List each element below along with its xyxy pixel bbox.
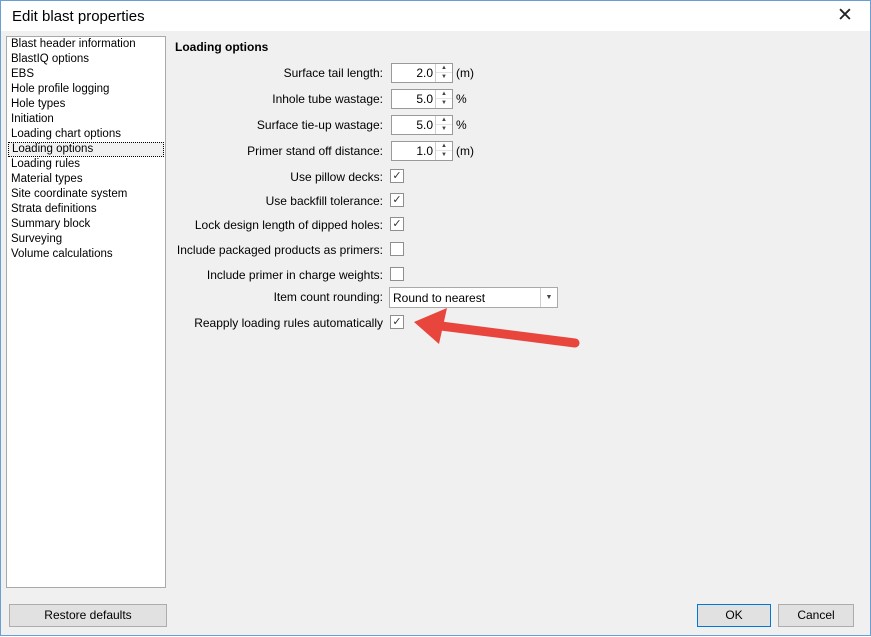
item-count-rounding-label: Item count rounding: [273,290,383,304]
nav-item-strata-definitions[interactable]: Strata definitions [7,202,165,217]
inhole-tube-wastage-unit: % [456,92,467,106]
nav-item-loading-chart-options[interactable]: Loading chart options [7,127,165,142]
close-icon[interactable]: ✕ [830,5,860,27]
surface-tieup-wastage-spinner[interactable]: 5.0 ▲ ▼ [391,115,453,135]
spinner-buttons: ▲ ▼ [435,64,452,82]
spin-up-icon[interactable]: ▲ [436,64,452,73]
spinner-buttons: ▲ ▼ [435,116,452,134]
title-bar: Edit blast properties ✕ [1,1,870,31]
include-primer-weights-label: Include primer in charge weights: [206,268,383,282]
nav-item-loading-rules[interactable]: Loading rules [7,157,165,172]
lock-design-length-label: Lock design length of dipped holes: [194,218,383,232]
window-title: Edit blast properties [12,8,145,25]
reapply-rules-checkbox[interactable]: ✓ [390,315,404,329]
primer-standoff-spinner[interactable]: 1.0 ▲ ▼ [391,141,453,161]
include-packaged-primers-label: Include packaged products as primers: [176,243,383,257]
inhole-tube-wastage-label: Inhole tube wastage: [272,92,383,106]
dialog-window: Edit blast properties ✕ Blast header inf… [0,0,871,636]
nav-item-volume-calculations[interactable]: Volume calculations [7,247,165,262]
spin-down-icon[interactable]: ▼ [436,99,452,108]
surface-tail-length-label: Surface tail length: [283,66,383,80]
include-primer-weights-checkbox[interactable] [390,267,404,281]
primer-standoff-unit: (m) [456,144,474,158]
nav-item-loading-options[interactable]: Loading options [8,142,164,157]
nav-item-blast-header-information[interactable]: Blast header information [7,37,165,52]
spin-up-icon[interactable]: ▲ [436,142,452,151]
inhole-tube-wastage-spinner[interactable]: 5.0 ▲ ▼ [391,89,453,109]
cancel-button[interactable]: Cancel [778,604,854,627]
use-backfill-tolerance-label: Use backfill tolerance: [265,194,383,208]
spin-up-icon[interactable]: ▲ [436,116,452,125]
surface-tieup-wastage-label: Surface tie-up wastage: [256,118,383,132]
include-packaged-primers-checkbox[interactable] [390,242,404,256]
use-pillow-decks-checkbox[interactable]: ✓ [390,169,404,183]
nav-item-initiation[interactable]: Initiation [7,112,165,127]
spinner-buttons: ▲ ▼ [435,90,452,108]
surface-tieup-wastage-unit: % [456,118,467,132]
nav-item-site-coordinate-system[interactable]: Site coordinate system [7,187,165,202]
surface-tail-length-unit: (m) [456,66,474,80]
section-title: Loading options [175,40,269,54]
nav-item-surveying[interactable]: Surveying [7,232,165,247]
primer-standoff-value[interactable]: 1.0 [416,144,433,158]
inhole-tube-wastage-value[interactable]: 5.0 [416,92,433,106]
use-pillow-decks-label: Use pillow decks: [290,170,383,184]
nav-item-hole-types[interactable]: Hole types [7,97,165,112]
spinner-buttons: ▲ ▼ [435,142,452,160]
chevron-down-icon[interactable]: ▼ [540,288,557,307]
surface-tieup-wastage-value[interactable]: 5.0 [416,118,433,132]
spin-down-icon[interactable]: ▼ [436,73,452,82]
primer-standoff-label: Primer stand off distance: [247,144,383,158]
surface-tail-length-value[interactable]: 2.0 [416,66,433,80]
category-list[interactable]: Blast header information BlastIQ options… [6,36,166,588]
nav-item-blastiq-options[interactable]: BlastIQ options [7,52,165,67]
restore-defaults-button[interactable]: Restore defaults [9,604,167,627]
item-count-rounding-select[interactable]: Round to nearest ▼ [389,287,558,308]
nav-item-hole-profile-logging[interactable]: Hole profile logging [7,82,165,97]
use-backfill-tolerance-checkbox[interactable]: ✓ [390,193,404,207]
reapply-rules-label: Reapply loading rules automatically [194,316,383,330]
nav-item-summary-block[interactable]: Summary block [7,217,165,232]
item-count-rounding-value[interactable]: Round to nearest [393,291,485,305]
nav-item-ebs[interactable]: EBS [7,67,165,82]
spin-down-icon[interactable]: ▼ [436,125,452,134]
surface-tail-length-spinner[interactable]: 2.0 ▲ ▼ [391,63,453,83]
nav-item-material-types[interactable]: Material types [7,172,165,187]
spin-down-icon[interactable]: ▼ [436,151,452,160]
spin-up-icon[interactable]: ▲ [436,90,452,99]
lock-design-length-checkbox[interactable]: ✓ [390,217,404,231]
ok-button[interactable]: OK [697,604,771,627]
